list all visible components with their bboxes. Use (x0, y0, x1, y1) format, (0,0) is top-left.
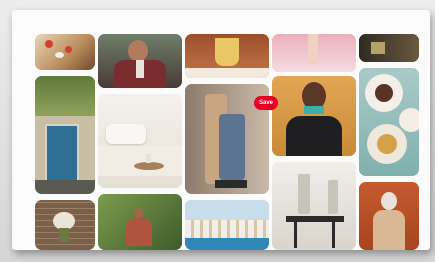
white-tables-pin[interactable] (272, 162, 356, 250)
suit-man-pin[interactable] (98, 34, 182, 88)
dark-interior-pin[interactable] (359, 34, 419, 62)
pin-grid-card: Save (12, 10, 430, 250)
coastal-town-pin[interactable] (185, 200, 269, 250)
portrait-woman-pin[interactable] (272, 76, 356, 156)
brick-flower-pin[interactable] (35, 200, 95, 250)
rust-woman-pin[interactable] (359, 182, 419, 250)
white-bedroom-pin[interactable] (98, 94, 182, 188)
drink-pin[interactable] (185, 34, 269, 78)
dessert-plates-pin[interactable] (359, 68, 419, 176)
save-button[interactable]: Save (254, 96, 278, 110)
food-pin[interactable] (35, 34, 95, 70)
garden-woman-pin[interactable] (98, 194, 182, 250)
blue-door-pin[interactable] (35, 76, 95, 194)
pink-fashion-pin[interactable] (272, 34, 356, 72)
